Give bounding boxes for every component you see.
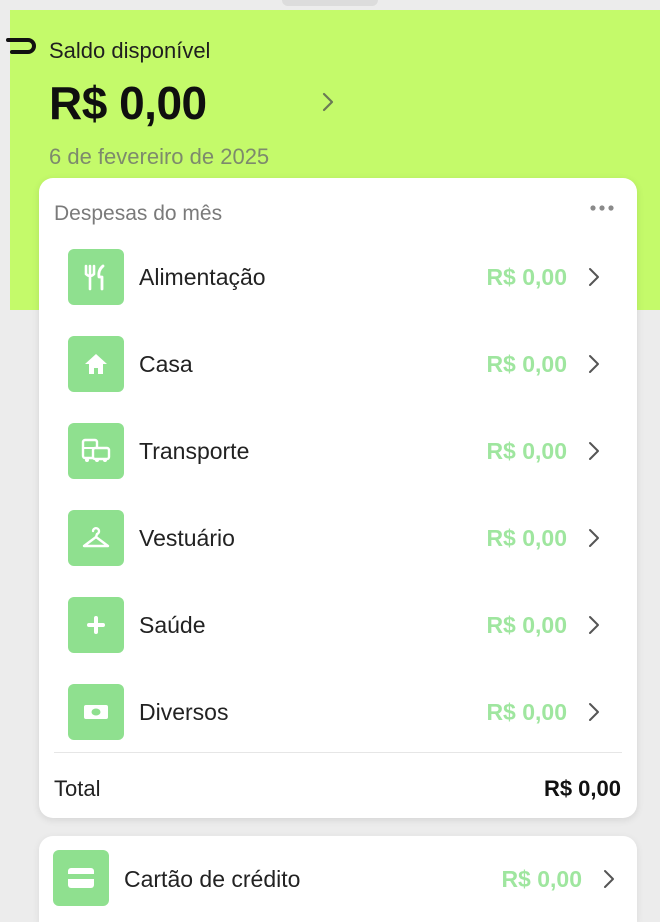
hanger-icon [68,510,124,566]
expense-row-saude[interactable]: Saúde R$ 0,00 [39,584,637,664]
expense-label: Alimentação [139,264,266,290]
credit-card-value: R$ 0,00 [501,866,582,892]
expense-value: R$ 0,00 [486,699,567,725]
expense-label: Vestuário [139,525,235,551]
bus-car-icon [68,423,124,479]
credit-card-icon [53,850,109,906]
divider [54,752,622,753]
plus-icon [68,597,124,653]
chevron-right-icon [589,616,599,634]
fork-knife-icon [68,249,124,305]
balance-label: Saldo disponível [49,38,211,63]
expense-value: R$ 0,00 [486,351,567,377]
expense-label: Casa [139,351,193,377]
card-title: Despesas do mês [54,202,223,225]
house-icon [68,336,124,392]
expense-label: Saúde [139,612,206,638]
chevron-right-icon[interactable] [318,90,338,114]
chevron-right-icon [589,703,599,721]
link-icon [6,38,36,54]
chevron-right-icon [604,870,614,888]
expense-label: Transporte [139,438,250,464]
balance-date: 6 de fevereiro de 2025 [49,144,270,169]
expense-value: R$ 0,00 [486,264,567,290]
expense-value: R$ 0,00 [486,525,567,551]
chevron-right-icon [589,442,599,460]
banknote-icon [68,684,124,740]
expense-row-alimentacao[interactable]: Alimentação R$ 0,00 [39,236,637,316]
credit-card-row[interactable]: Cartão de crédito R$ 0,00 [39,836,637,922]
chevron-right-icon [589,268,599,286]
total-label: Total [54,776,101,801]
expense-row-diversos[interactable]: Diversos R$ 0,00 [39,671,637,751]
credit-card-label: Cartão de crédito [124,866,301,892]
chevron-right-icon [589,529,599,547]
expense-row-vestuario[interactable]: Vestuário R$ 0,00 [39,497,637,577]
monthly-expenses-card: Despesas do mês Alimentação R$ 0,00 Casa… [39,178,637,818]
chevron-right-icon [589,355,599,373]
balance-value[interactable]: R$ 0,00 [49,76,207,130]
top-grabber [282,0,378,6]
expense-value: R$ 0,00 [486,438,567,464]
expense-value: R$ 0,00 [486,612,567,638]
expense-row-casa[interactable]: Casa R$ 0,00 [39,323,637,403]
total-value: R$ 0,00 [543,776,621,801]
expense-label: Diversos [139,699,229,725]
expense-row-transporte[interactable]: Transporte R$ 0,00 [39,410,637,490]
more-options-icon[interactable] [587,200,617,216]
